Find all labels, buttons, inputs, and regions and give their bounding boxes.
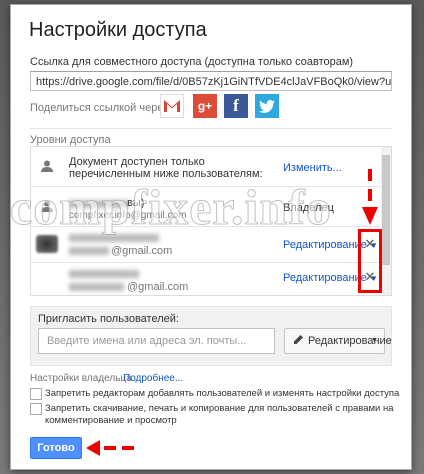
annotation-arrow-down-icon [362,169,378,225]
scrollbar-thumb[interactable] [382,155,390,265]
owner-settings-label: Настройки владельца [30,373,132,384]
twitter-icon[interactable] [255,94,279,118]
role-label: Редактирование [283,239,367,251]
invite-input[interactable]: Введите имена или адреса эл. почты... [38,328,275,354]
restrict-editors-checkbox[interactable] [30,388,42,400]
visibility-text-line1: Документ доступен только [69,156,205,168]
owner-email: compfixer.info@gmail.com [69,210,187,221]
divider [30,128,392,129]
sharing-settings-dialog: Настройки доступа Ссылка для совместного… [10,4,412,470]
pencil-icon [293,329,304,353]
owner-row: вы) compfixer.info@gmail.com Владелец [31,187,381,227]
google-plus-icon[interactable]: g+ [193,94,217,118]
change-visibility-link[interactable]: Изменить... [283,162,342,174]
collaborator-email-redacted [69,283,124,291]
people-icon [40,159,54,177]
gmail-icon[interactable] [160,94,184,118]
restrict-editors-label: Запретить редакторам добавлять пользоват… [45,388,400,399]
share-link-field[interactable]: https://drive.google.com/file/d/0B57zKj1… [30,71,392,91]
list-scrollbar[interactable] [381,147,391,295]
link-section-label: Ссылка для совместного доступа (доступна… [30,56,354,68]
collaborator-name-redacted [69,234,159,242]
collaborator-row: @gmail.com Редактирование ▼ [31,263,381,295]
annotation-arrow-left-icon [86,440,134,456]
dialog-title: Настройки доступа [29,19,207,41]
share-via-label: Поделиться ссылкой через: [30,102,172,114]
restrict-download-label-line2: комментирование и просмотр [45,415,177,426]
owner-name-redacted [69,200,129,208]
restrict-download-checkbox[interactable] [30,403,42,415]
collaborator-email-redacted [69,247,109,255]
access-list: Документ доступен только перечисленным н… [30,146,392,296]
collaborator-row: @gmail.com Редактирование ▼ [31,227,381,263]
collaborator-email: @gmail.com [127,281,189,293]
annotation-highlight-box [358,229,382,293]
access-levels-label: Уровни доступа [30,134,111,146]
chevron-down-icon: ▼ [371,337,378,344]
visibility-text-line2: перечисленным ниже пользователям: [69,168,263,180]
avatar [36,235,58,253]
invite-permission-label: Редактирование [308,335,392,347]
invite-label: Пригласить пользователей: [38,313,179,325]
role-label: Редактирование [283,272,367,284]
owner-name-suffix: вы) [127,197,145,209]
invite-panel: Пригласить пользователей: Введите имена … [30,306,392,366]
access-visibility-row: Документ доступен только перечисленным н… [31,147,381,187]
person-icon [40,199,54,217]
owner-role: Владелец [283,202,334,214]
restrict-download-label-line1: Запретить скачивание, печать и копирован… [45,403,394,414]
owner-settings-more-link[interactable]: Подробнее... [123,373,183,384]
done-button[interactable]: Готово [30,437,82,459]
invite-permission-button[interactable]: Редактирование ▼ [284,328,392,354]
facebook-icon[interactable]: f [224,94,248,118]
collaborator-name-redacted [69,270,139,278]
collaborator-email: @gmail.com [111,245,173,257]
